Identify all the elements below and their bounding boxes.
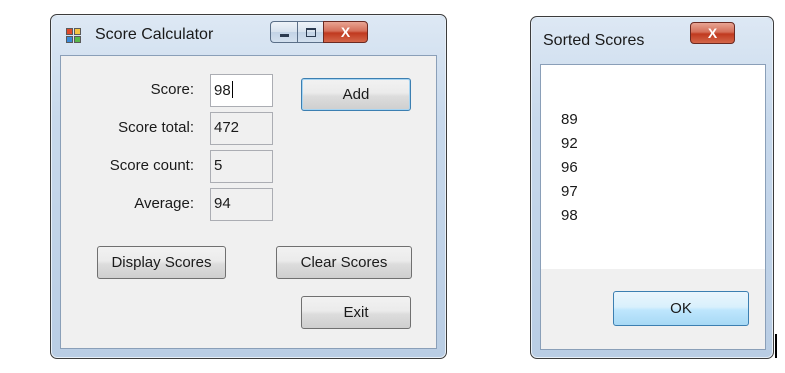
score-calculator-window: Score Calculator X Score: 98 Score total… [50, 14, 447, 359]
app-icon [66, 28, 83, 45]
sorted-scores-dialog: Sorted Scores X 89 92 96 97 98 OK [530, 16, 774, 359]
score-count-field: 5 [210, 150, 273, 183]
maximize-button[interactable] [297, 21, 323, 43]
score-count-label: Score count: [109, 157, 194, 174]
scores-list-body: 89 92 96 97 98 [561, 108, 578, 228]
score-total-field: 472 [210, 112, 273, 145]
maximize-icon [305, 27, 316, 37]
display-scores-button[interactable]: Display Scores [97, 246, 226, 279]
average-label: Average: [134, 195, 194, 212]
close-icon: X [340, 24, 351, 40]
dialog-close-button[interactable]: X [690, 22, 735, 44]
average-field: 94 [210, 188, 273, 221]
exit-button[interactable]: Exit [301, 296, 411, 329]
list-item: 89 [561, 111, 578, 128]
dialog-client-area: 89 92 96 97 98 OK [540, 64, 766, 350]
text-caret [231, 81, 233, 98]
list-item: 97 [561, 183, 578, 200]
caption-buttons: X [270, 21, 368, 43]
ok-button[interactable]: OK [613, 291, 749, 326]
list-item: 92 [561, 135, 578, 152]
close-icon: X [707, 25, 718, 41]
dialog-caption-buttons: X [690, 22, 735, 44]
list-item: 98 [561, 207, 578, 224]
dialog-title: Sorted Scores [543, 32, 645, 49]
score-label: Score: [150, 81, 194, 98]
minimize-icon [279, 33, 289, 37]
average-value: 94 [214, 195, 231, 212]
sorted-scores-list: 89 92 96 97 98 [541, 65, 765, 269]
list-item: 96 [561, 159, 578, 176]
clear-scores-button[interactable]: Clear Scores [276, 246, 412, 279]
score-total-label: Score total: [118, 119, 194, 136]
close-button[interactable]: X [323, 21, 368, 43]
score-input-value: 98 [214, 82, 231, 99]
score-total-value: 472 [214, 119, 240, 136]
form-client-area: Score: 98 Score total: 472 Score count: … [60, 55, 437, 349]
minimize-button[interactable] [270, 21, 297, 43]
add-button[interactable]: Add [301, 78, 411, 111]
score-count-value: 5 [214, 157, 223, 174]
window-title: Score Calculator [95, 26, 214, 43]
score-input[interactable]: 98 [210, 74, 273, 107]
text-cursor-mark [775, 334, 777, 358]
